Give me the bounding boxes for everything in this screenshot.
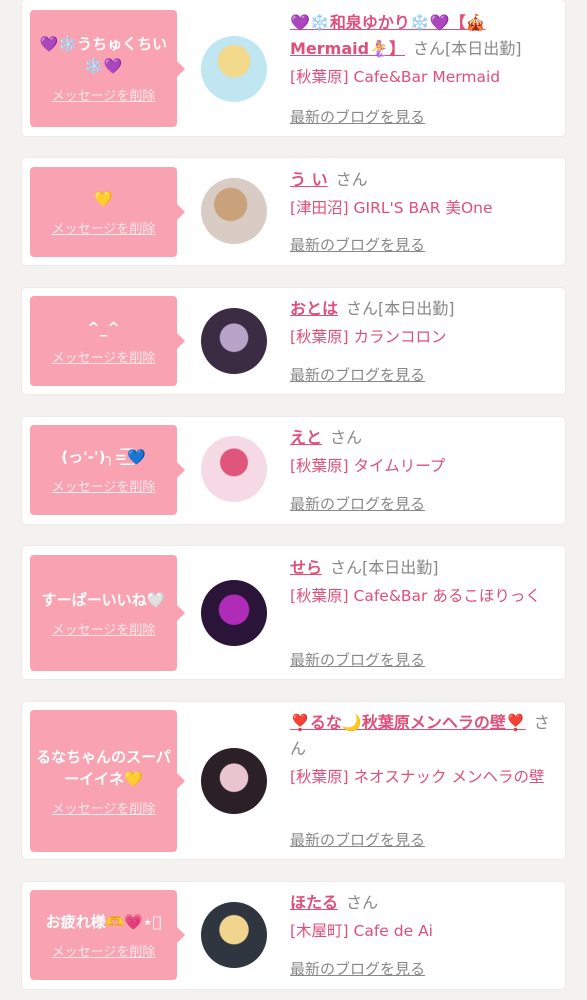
shop-name: [秋葉原] カランコロン [290, 328, 447, 346]
message-bubble: (っ'-')╮=͟͟͞͞💙 メッセージを削除 [30, 425, 185, 515]
honorific: さん [346, 893, 379, 912]
message-bubble: 💛 メッセージを削除 [30, 167, 185, 257]
message-card: (っ'-')╮=͟͟͞͞💙 メッセージを削除 えと さん [秋葉原] タイムリープ… [22, 417, 565, 524]
avatar[interactable] [201, 748, 267, 814]
cast-name-link[interactable]: おとは [290, 299, 338, 318]
cast-info: 💜❄️和泉ゆかり❄️💜【🎪Mermaid🧜‍♀️】 さん[本日出勤] [秋葉原] … [290, 10, 558, 90]
latest-blog-link[interactable]: 最新のブログを見る [290, 829, 425, 850]
delete-message-link[interactable]: メッセージを削除 [52, 476, 156, 495]
message-card: 💛 メッセージを削除 う いさん [津田沼] GIRL'S BAR 美One 最… [22, 158, 565, 265]
avatar[interactable] [201, 436, 267, 502]
honorific: さん [330, 428, 363, 447]
cast-info: えと さん [秋葉原] タイムリープ [290, 425, 558, 479]
avatar[interactable] [201, 902, 267, 968]
delete-message-link[interactable]: メッセージを削除 [52, 85, 156, 104]
message-text: (っ'-')╮=͟͟͞͞💙 [61, 447, 146, 466]
latest-blog-link[interactable]: 最新のブログを見る [290, 106, 425, 127]
cast-name-link[interactable]: う い [290, 170, 328, 189]
avatar[interactable] [201, 36, 267, 102]
duty-status: [本日出勤] [362, 558, 439, 577]
message-card: すーぱーいいね🤍 メッセージを削除 せら さん[本日出勤] [秋葉原] Cafe&… [22, 546, 565, 679]
delete-message-link[interactable]: メッセージを削除 [52, 347, 156, 366]
message-card: お疲れ様🫶💗⋆͛ メッセージを削除 ほたる さん [木屋町] Cafe de Ai… [22, 882, 565, 989]
cast-info: ほたる さん [木屋町] Cafe de Ai [290, 890, 558, 944]
honorific: さん [330, 558, 363, 577]
message-text: ^_^ [87, 318, 120, 337]
delete-message-link[interactable]: メッセージを削除 [52, 798, 156, 817]
shop-name: [木屋町] Cafe de Ai [290, 922, 433, 940]
message-text: お疲れ様🫶💗⋆͛ [45, 912, 162, 931]
message-card: るなちゃんのスーパーイイネ💛 メッセージを削除 ❣️るな🌙秋葉原メンヘラの壁❣️… [22, 702, 565, 859]
cast-name-link[interactable]: えと [290, 428, 322, 447]
duty-status: [本日出勤] [378, 299, 455, 318]
latest-blog-link[interactable]: 最新のブログを見る [290, 649, 425, 670]
latest-blog-link[interactable]: 最新のブログを見る [290, 958, 425, 979]
message-text: 💜❄️うちゅくちい❄️💜 [39, 35, 168, 75]
shop-name: [秋葉原] タイムリープ [290, 457, 446, 475]
favorite-message-list: 💜❄️うちゅくちい❄️💜 メッセージを削除 💜❄️和泉ゆかり❄️💜【🎪Merma… [0, 0, 587, 1000]
shop-name: [秋葉原] Cafe&Bar あるこほりっく [290, 587, 541, 605]
cast-info: ❣️るな🌙秋葉原メンヘラの壁❣️ さん [秋葉原] ネオスナック メンヘラの壁 [290, 710, 558, 790]
message-bubble: ^_^ メッセージを削除 [30, 296, 185, 386]
message-bubble: お疲れ様🫶💗⋆͛ メッセージを削除 [30, 890, 185, 980]
message-card: 💜❄️うちゅくちい❄️💜 メッセージを削除 💜❄️和泉ゆかり❄️💜【🎪Merma… [22, 0, 565, 136]
message-text: るなちゃんのスーパーイイネ💛 [36, 747, 171, 788]
honorific: さん [346, 299, 379, 318]
honorific: さん [413, 39, 446, 58]
delete-message-link[interactable]: メッセージを削除 [52, 218, 156, 237]
shop-name: [秋葉原] Cafe&Bar Mermaid [290, 68, 501, 86]
avatar[interactable] [201, 580, 267, 646]
duty-status: [本日出勤] [445, 39, 522, 58]
message-text: 💛 [94, 189, 113, 208]
message-bubble: 💜❄️うちゅくちい❄️💜 メッセージを削除 [30, 10, 185, 127]
cast-info: おとは さん[本日出勤] [秋葉原] カランコロン [290, 296, 558, 350]
message-bubble: るなちゃんのスーパーイイネ💛 メッセージを削除 [30, 710, 185, 852]
latest-blog-link[interactable]: 最新のブログを見る [290, 493, 425, 514]
message-bubble: すーぱーいいね🤍 メッセージを削除 [30, 555, 185, 671]
latest-blog-link[interactable]: 最新のブログを見る [290, 364, 425, 385]
cast-info: せら さん[本日出勤] [秋葉原] Cafe&Bar あるこほりっく [290, 555, 558, 609]
shop-name: [津田沼] GIRL'S BAR 美One [290, 199, 493, 217]
shop-name: [秋葉原] ネオスナック メンヘラの壁 [290, 768, 545, 786]
message-card: ^_^ メッセージを削除 おとは さん[本日出勤] [秋葉原] カランコロン 最新… [22, 288, 565, 394]
cast-name-link[interactable]: ❣️るな🌙秋葉原メンヘラの壁❣️ [290, 713, 526, 732]
delete-message-link[interactable]: メッセージを削除 [52, 619, 156, 638]
honorific: さん [335, 170, 368, 189]
delete-message-link[interactable]: メッセージを削除 [52, 941, 156, 960]
avatar[interactable] [201, 178, 267, 244]
cast-name-link[interactable]: せら [290, 558, 322, 577]
avatar[interactable] [201, 308, 267, 374]
message-text: すーぱーいいね🤍 [41, 590, 166, 609]
latest-blog-link[interactable]: 最新のブログを見る [290, 234, 425, 255]
cast-name-link[interactable]: ほたる [290, 893, 338, 912]
cast-info: う いさん [津田沼] GIRL'S BAR 美One [290, 167, 558, 221]
